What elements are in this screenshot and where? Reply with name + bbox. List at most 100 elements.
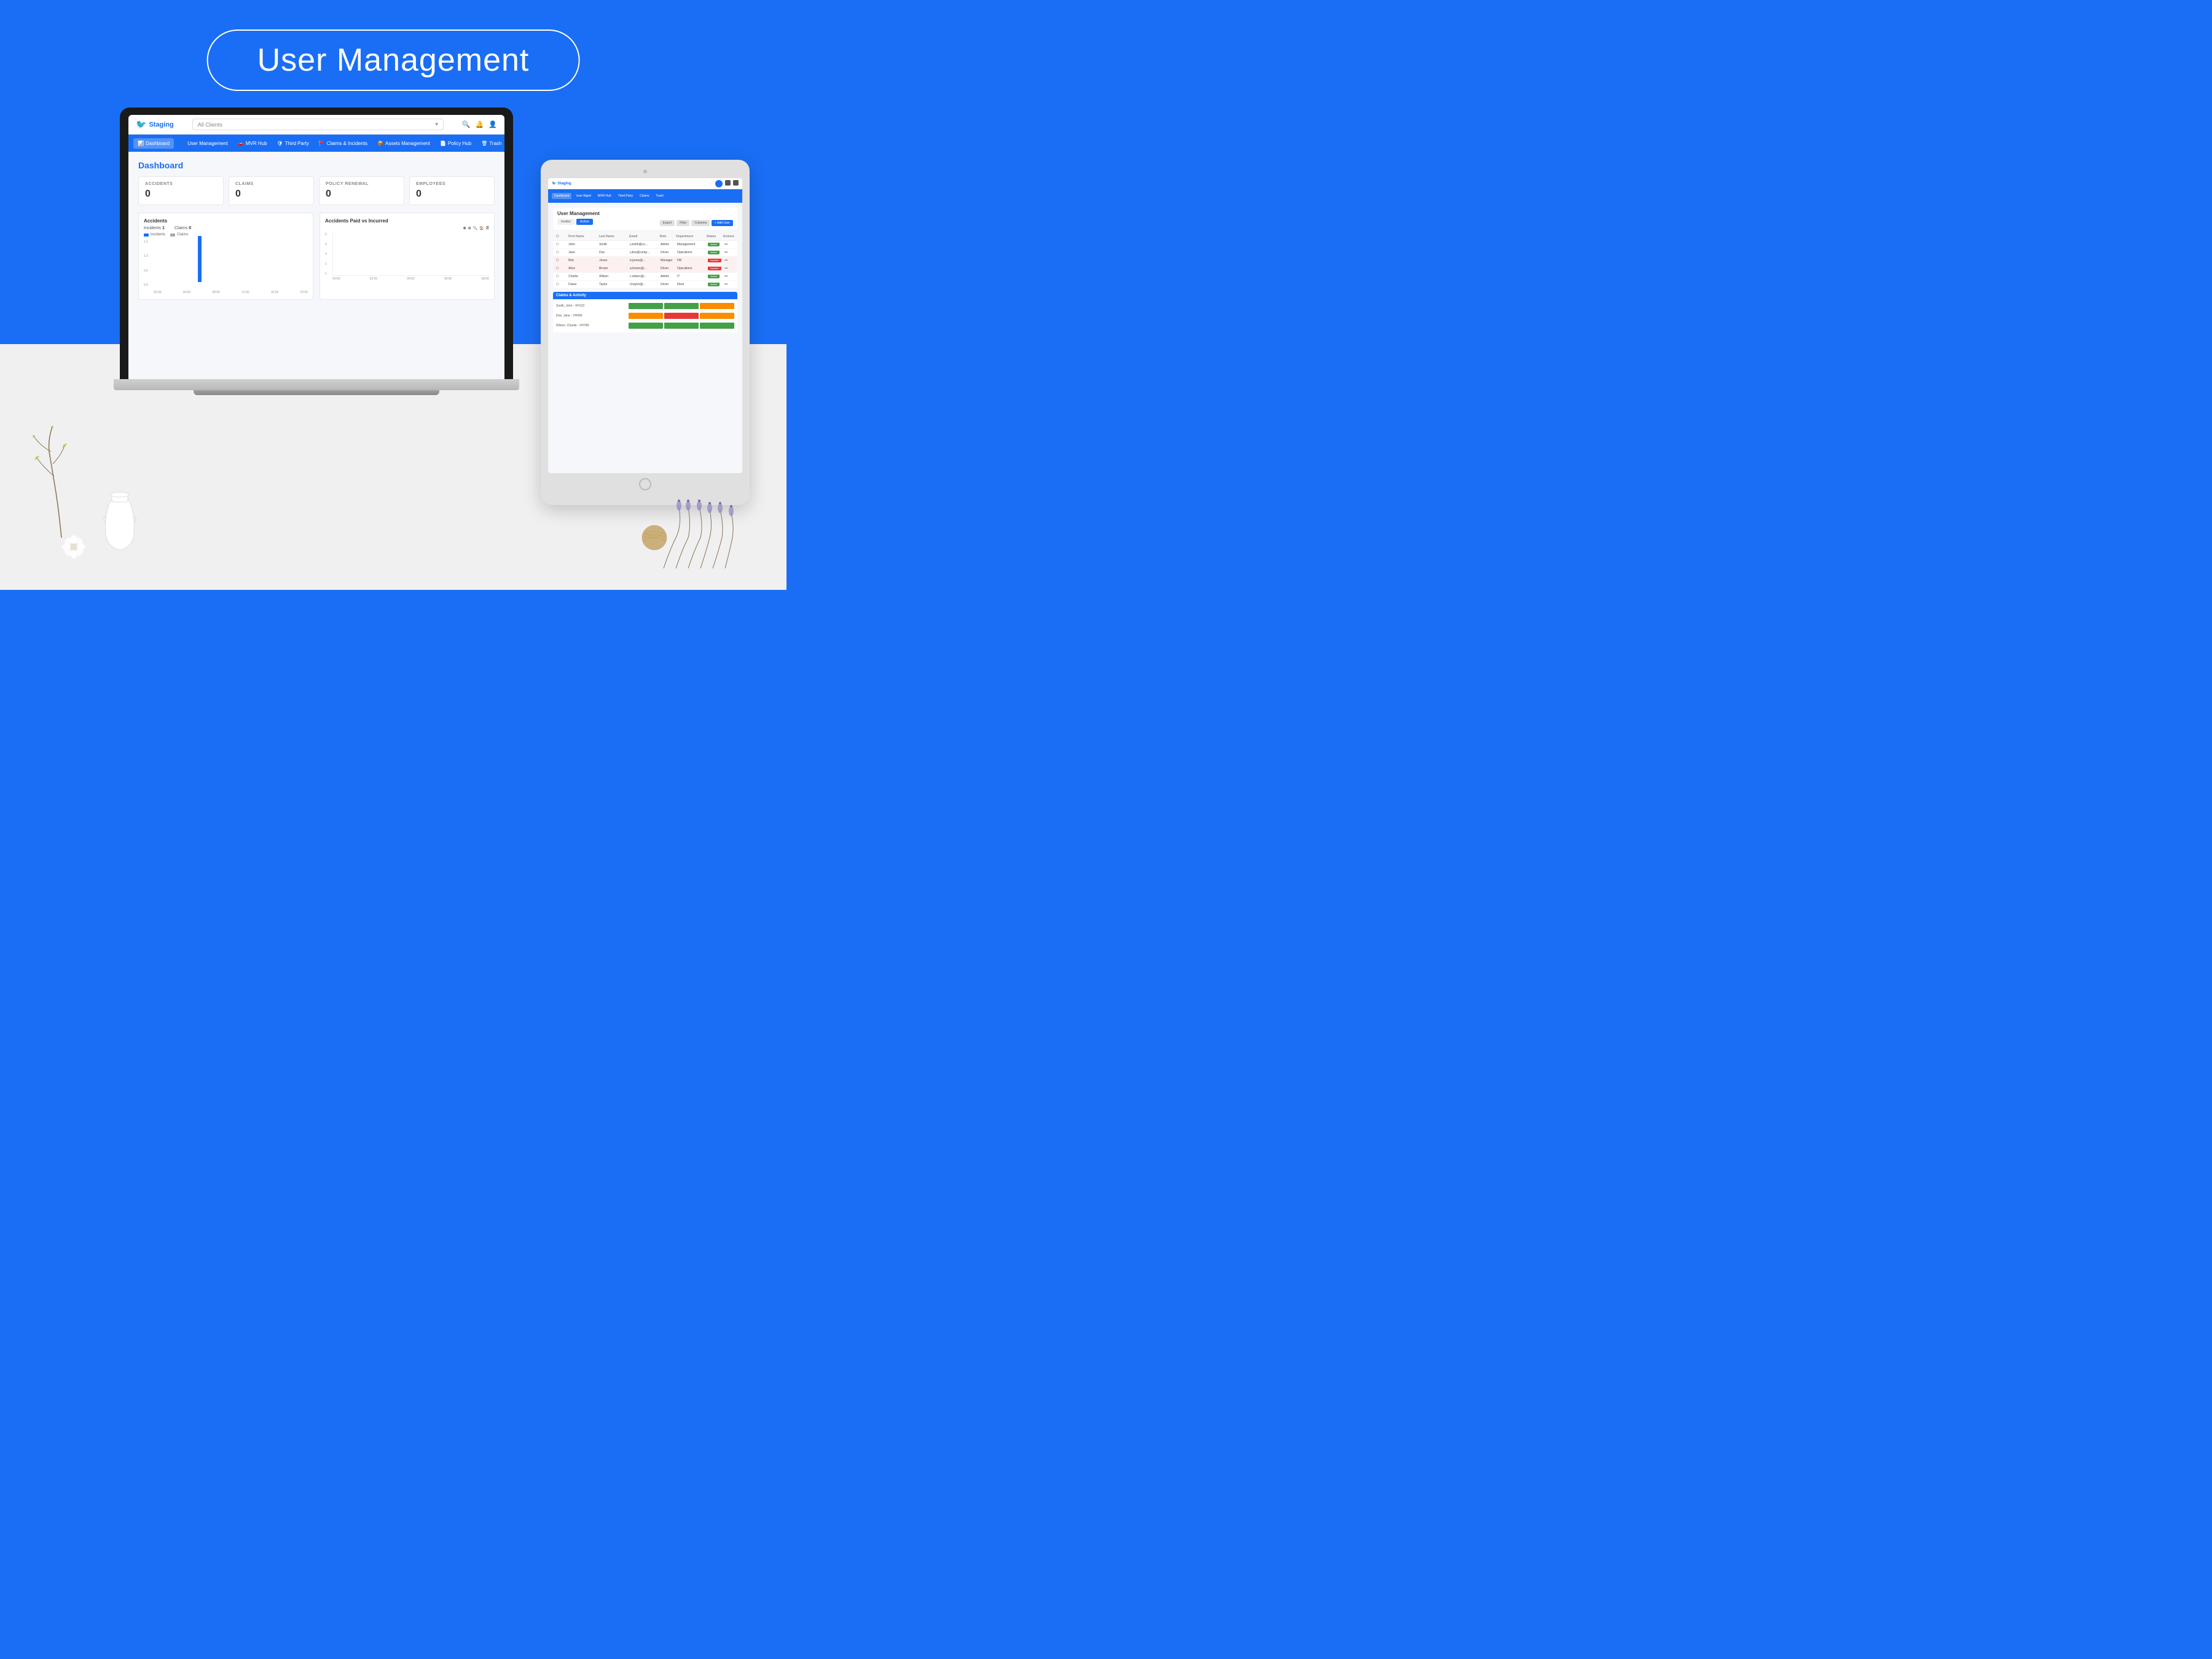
laptop-foot bbox=[194, 390, 439, 395]
tablet-icon-2[interactable] bbox=[725, 180, 731, 186]
flag-icon: 🚩 bbox=[319, 141, 325, 146]
bell-icon[interactable]: 🔔 bbox=[476, 120, 484, 128]
tablet-nav-dashboard[interactable]: Dashboard bbox=[552, 193, 571, 199]
tablet-nav-claims[interactable]: Claims bbox=[637, 193, 651, 199]
px3: 06:00 bbox=[444, 277, 452, 281]
stat-accidents: ACCIDENTS 0 bbox=[138, 176, 224, 205]
paid-x-axis: 00:00 02:00 04:00 06:00 08:00 bbox=[332, 276, 489, 281]
laptop-screen: 🐦 Staging All Clients ▾ 🔍 🔔 👤 📊 Dashboa bbox=[128, 115, 504, 379]
nav-item-assets[interactable]: 📦 Assets Management bbox=[373, 138, 434, 149]
filter-button[interactable]: Filter bbox=[677, 220, 689, 226]
search-bar[interactable]: All Clients ▾ bbox=[192, 119, 444, 130]
nav-label-dashboard: Dashboard bbox=[146, 141, 170, 146]
decorative-vase bbox=[98, 482, 141, 559]
nav-item-third-party[interactable]: 🛡 Third Party bbox=[273, 138, 313, 149]
tablet-bird-icon: 🐦 bbox=[552, 181, 556, 186]
x-label-1: 04:00 bbox=[183, 291, 191, 294]
cell-cb: ☐ bbox=[556, 243, 566, 246]
columns-button[interactable]: Columns bbox=[691, 220, 710, 226]
user-icon[interactable]: 👤 bbox=[488, 120, 497, 128]
export-button[interactable]: Export bbox=[660, 220, 675, 226]
logo-bird-icon: 🐦 bbox=[136, 119, 146, 130]
vase-svg bbox=[98, 482, 141, 556]
menu-icon[interactable]: ☰ bbox=[486, 226, 489, 230]
home-icon[interactable]: 🏠 bbox=[479, 226, 484, 230]
paid-chart-area: 5 4 3 2 1 00:00 02:00 bbox=[325, 233, 489, 281]
nav-label-user-management: User Management bbox=[187, 141, 228, 146]
status-badge: Active bbox=[708, 243, 720, 246]
y-label-15: 1.5 bbox=[144, 240, 148, 244]
nav-item-policy[interactable]: 📄 Policy Hub bbox=[436, 138, 476, 149]
tablet-icon-1[interactable] bbox=[715, 180, 723, 187]
dashboard-content: Dashboard ACCIDENTS 0 CLAIMS 0 POLICY RE… bbox=[128, 152, 504, 379]
bottom-label: Doe, Jane - VH456 bbox=[556, 314, 627, 318]
add-user-button[interactable]: + Add User bbox=[712, 220, 733, 226]
tablet-nav-third-party[interactable]: Third Party bbox=[616, 193, 635, 199]
bar-element bbox=[198, 236, 202, 282]
th-checkbox: ☐ bbox=[556, 235, 566, 238]
status-badge: Active bbox=[708, 275, 720, 278]
zoom-in-icon[interactable]: ⊕ bbox=[463, 226, 466, 230]
cell-actions[interactable]: ••• bbox=[724, 251, 734, 254]
cell-actions[interactable]: ••• bbox=[724, 259, 734, 262]
accidents-chart: Accidents Incidents 1 Claims 0 Incidents bbox=[138, 213, 313, 300]
cell-status: Active bbox=[708, 251, 722, 254]
decorative-twine bbox=[636, 516, 673, 556]
tab-active[interactable]: Active bbox=[576, 219, 593, 225]
cell-email: j.smith@co... bbox=[630, 243, 658, 246]
cell-actions[interactable]: ••• bbox=[724, 275, 734, 278]
status-bars bbox=[629, 313, 734, 319]
tablet-nav-trash[interactable]: Trash bbox=[653, 193, 666, 199]
bottom-row-1: Smith, John - VH123 bbox=[556, 302, 734, 310]
nav-item-dashboard[interactable]: 📊 Dashboard bbox=[133, 138, 174, 149]
x-label-5: 22:00 bbox=[300, 291, 308, 294]
search-icon[interactable]: 🔍 bbox=[462, 120, 471, 128]
y-label-10: 1.0 bbox=[144, 254, 148, 258]
cell-dept: Operations bbox=[677, 267, 705, 270]
legend-incidents: Incidents bbox=[144, 233, 165, 237]
bottom-table-area: Smith, John - VH123 Doe, Jane - VH456 bbox=[553, 299, 737, 332]
paid-y-axis: 5 4 3 2 1 bbox=[325, 233, 327, 276]
user-table: ☐ First Name Last Name Email Role Depart… bbox=[553, 233, 737, 289]
nav-item-user-management[interactable]: 👤 User Management bbox=[175, 138, 232, 149]
twine-svg bbox=[636, 516, 673, 553]
th-first-name: First Name bbox=[568, 235, 597, 238]
y2: 2 bbox=[325, 262, 327, 266]
bar-active bbox=[629, 303, 663, 309]
cell-actions[interactable]: ••• bbox=[724, 283, 734, 286]
user-mgmt-icon: 👤 bbox=[179, 141, 186, 146]
paid-chart-inner: 00:00 02:00 04:00 06:00 08:00 bbox=[332, 233, 489, 281]
stat-policy-value: 0 bbox=[326, 189, 398, 200]
table-row: ☐ Jane Doe j.doe@comp... Driver Operatio… bbox=[553, 249, 737, 257]
px4: 08:00 bbox=[481, 277, 489, 281]
tablet-home-button[interactable] bbox=[639, 478, 651, 490]
nav-item-trash[interactable]: 🗑 Trash bbox=[477, 138, 504, 149]
y5: 5 bbox=[325, 233, 327, 237]
px0: 00:00 bbox=[332, 277, 340, 281]
tablet-header-row: Invites Active Export Filter Columns + A… bbox=[557, 219, 733, 227]
cell-role: Admin bbox=[661, 275, 675, 278]
status-badge: Inactive bbox=[708, 259, 721, 262]
cell-actions[interactable]: ••• bbox=[724, 243, 734, 246]
bar-warning bbox=[629, 313, 663, 319]
x-label-2: 08:00 bbox=[212, 291, 220, 294]
nav-item-mvr-hub[interactable]: 🚗 MVR Hub bbox=[233, 138, 272, 149]
cell-cb: ☐ bbox=[556, 283, 566, 286]
tablet-nav-mvr[interactable]: MVR Hub bbox=[595, 193, 614, 199]
zoom-out-icon[interactable]: ⊖ bbox=[468, 226, 471, 230]
tablet-nav: Dashboard User Mgmt MVR Hub Third Party … bbox=[548, 189, 742, 203]
cell-actions[interactable]: ••• bbox=[724, 267, 734, 270]
car-icon: 🚗 bbox=[238, 141, 244, 146]
trash-icon: 🗑 bbox=[481, 141, 487, 146]
tablet-nav-user-mgmt[interactable]: User Mgmt bbox=[573, 193, 593, 199]
paid-chart-title: Accidents Paid vs Incurred bbox=[325, 218, 489, 224]
cell-cb: ☐ bbox=[556, 251, 566, 254]
nav-item-claims[interactable]: 🚩 Claims & Incidents bbox=[315, 138, 372, 149]
laptop-screen-outer: 🐦 Staging All Clients ▾ 🔍 🔔 👤 📊 Dashboa bbox=[120, 108, 513, 379]
table-row: ☐ Charlie Wilson c.wilson@... Admin IT A… bbox=[553, 273, 737, 281]
zoom-icon[interactable]: 🔍 bbox=[473, 226, 477, 230]
cell-cb: ☐ bbox=[556, 267, 566, 270]
tablet-icon-3[interactable] bbox=[733, 180, 739, 186]
tab-invites[interactable]: Invites bbox=[557, 219, 575, 225]
nav-label-third-party: Third Party bbox=[285, 141, 309, 146]
